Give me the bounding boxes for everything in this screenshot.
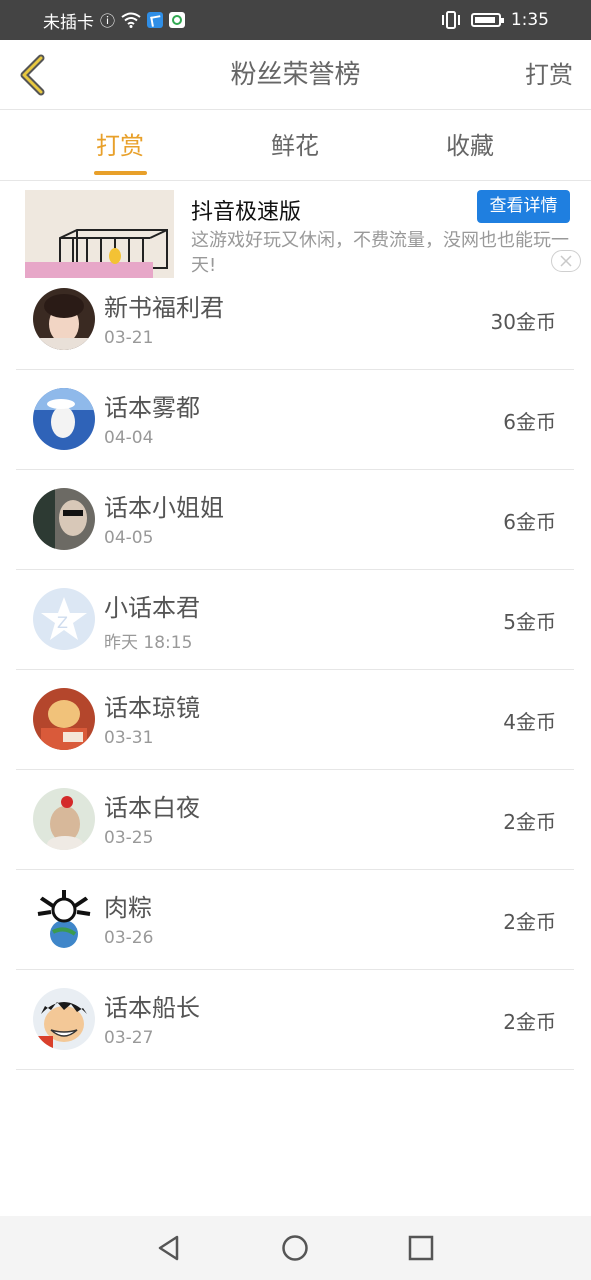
tip-button[interactable]: 打赏 bbox=[525, 40, 573, 110]
list-item[interactable]: 新书福利君 03-21 30金币 bbox=[16, 270, 574, 370]
tip-date: 昨天 18:15 bbox=[104, 633, 193, 653]
user-name: 话本琼镜 bbox=[104, 694, 200, 722]
avatar[interactable] bbox=[33, 788, 95, 850]
list-item[interactable]: Z 小话本君 昨天 18:15 5金币 bbox=[16, 570, 574, 670]
tip-date: 03-21 bbox=[104, 328, 154, 348]
tip-date: 04-05 bbox=[104, 528, 154, 548]
list-item[interactable]: 肉粽 03-26 2金币 bbox=[16, 870, 574, 970]
tip-date: 03-26 bbox=[104, 928, 154, 948]
status-left: 未插卡 ⓘ bbox=[43, 0, 186, 40]
tab-favorites[interactable]: 收藏 bbox=[420, 111, 520, 181]
active-tab-indicator bbox=[94, 171, 147, 175]
tip-amount: 2金币 bbox=[503, 1010, 556, 1034]
system-nav-bar bbox=[0, 1216, 591, 1280]
clock: 1:35 bbox=[510, 10, 549, 30]
avatar[interactable] bbox=[33, 488, 95, 550]
ad-details-button[interactable]: 查看详情 bbox=[477, 190, 570, 223]
tab-bar: 打赏 鲜花 收藏 bbox=[0, 111, 591, 181]
app-notification-icon bbox=[147, 12, 164, 28]
ad-cage-illustration bbox=[25, 190, 174, 278]
close-icon[interactable] bbox=[551, 250, 581, 272]
list-item[interactable]: 话本琼镜 03-31 4金币 bbox=[16, 670, 574, 770]
fan-leaderboard-list: 新书福利君 03-21 30金币 话本雾都 04-04 6金币 话本小姐姐 04… bbox=[16, 270, 574, 1070]
sim-alert-icon: ⓘ bbox=[100, 11, 116, 30]
tab-flowers[interactable]: 鲜花 bbox=[245, 111, 345, 181]
avatar[interactable] bbox=[33, 288, 95, 350]
status-right: 1:35 bbox=[441, 0, 549, 40]
tip-amount: 2金币 bbox=[503, 810, 556, 834]
user-name: 肉粽 bbox=[104, 894, 152, 922]
avatar[interactable] bbox=[33, 688, 95, 750]
tip-amount: 6金币 bbox=[503, 410, 556, 434]
tip-amount: 6金币 bbox=[503, 510, 556, 534]
tip-amount: 5金币 bbox=[503, 610, 556, 634]
vibrate-icon bbox=[441, 11, 460, 29]
ad-banner[interactable]: 抖音极速版 这游戏好玩又休闲，不费流量，没网也也能玩一天! 查看详情 bbox=[0, 182, 591, 278]
ad-title: 抖音极速版 bbox=[191, 200, 302, 225]
circle-home-icon[interactable] bbox=[281, 1234, 309, 1262]
user-name: 话本船长 bbox=[104, 994, 200, 1022]
battery-icon bbox=[470, 13, 504, 27]
user-name: 新书福利君 bbox=[104, 294, 224, 322]
avatar[interactable] bbox=[33, 388, 95, 450]
user-name: 话本小姐姐 bbox=[104, 494, 224, 522]
avatar[interactable] bbox=[33, 988, 95, 1050]
carrier-text: 未插卡 bbox=[43, 12, 94, 33]
browser-notification-icon bbox=[169, 12, 186, 28]
tip-date: 03-25 bbox=[104, 828, 154, 848]
list-item[interactable]: 话本雾都 04-04 6金币 bbox=[16, 370, 574, 470]
avatar[interactable] bbox=[33, 888, 95, 950]
tip-date: 03-27 bbox=[104, 1028, 154, 1048]
tip-date: 04-04 bbox=[104, 428, 154, 448]
svg-text:Z: Z bbox=[57, 613, 68, 632]
status-bar: 未插卡 ⓘ 1:35 bbox=[0, 0, 591, 40]
triangle-back-icon[interactable] bbox=[155, 1234, 183, 1262]
user-name: 话本雾都 bbox=[104, 394, 200, 422]
header-bar: 粉丝荣誉榜 打赏 bbox=[0, 40, 591, 110]
user-name: 话本白夜 bbox=[104, 794, 200, 822]
page-title: 粉丝荣誉榜 bbox=[230, 60, 361, 90]
list-item[interactable]: 话本小姐姐 04-05 6金币 bbox=[16, 470, 574, 570]
list-item[interactable]: 话本船长 03-27 2金币 bbox=[16, 970, 574, 1070]
tip-amount: 4金币 bbox=[503, 710, 556, 734]
avatar[interactable]: Z bbox=[33, 588, 95, 650]
ad-image[interactable] bbox=[25, 190, 174, 278]
tip-amount: 2金币 bbox=[503, 910, 556, 934]
tip-amount: 30金币 bbox=[490, 310, 556, 334]
list-item[interactable]: 话本白夜 03-25 2金币 bbox=[16, 770, 574, 870]
user-name: 小话本君 bbox=[104, 594, 200, 622]
tip-date: 03-31 bbox=[104, 728, 154, 748]
wifi-icon bbox=[121, 12, 141, 28]
square-recents-icon[interactable] bbox=[407, 1234, 435, 1262]
